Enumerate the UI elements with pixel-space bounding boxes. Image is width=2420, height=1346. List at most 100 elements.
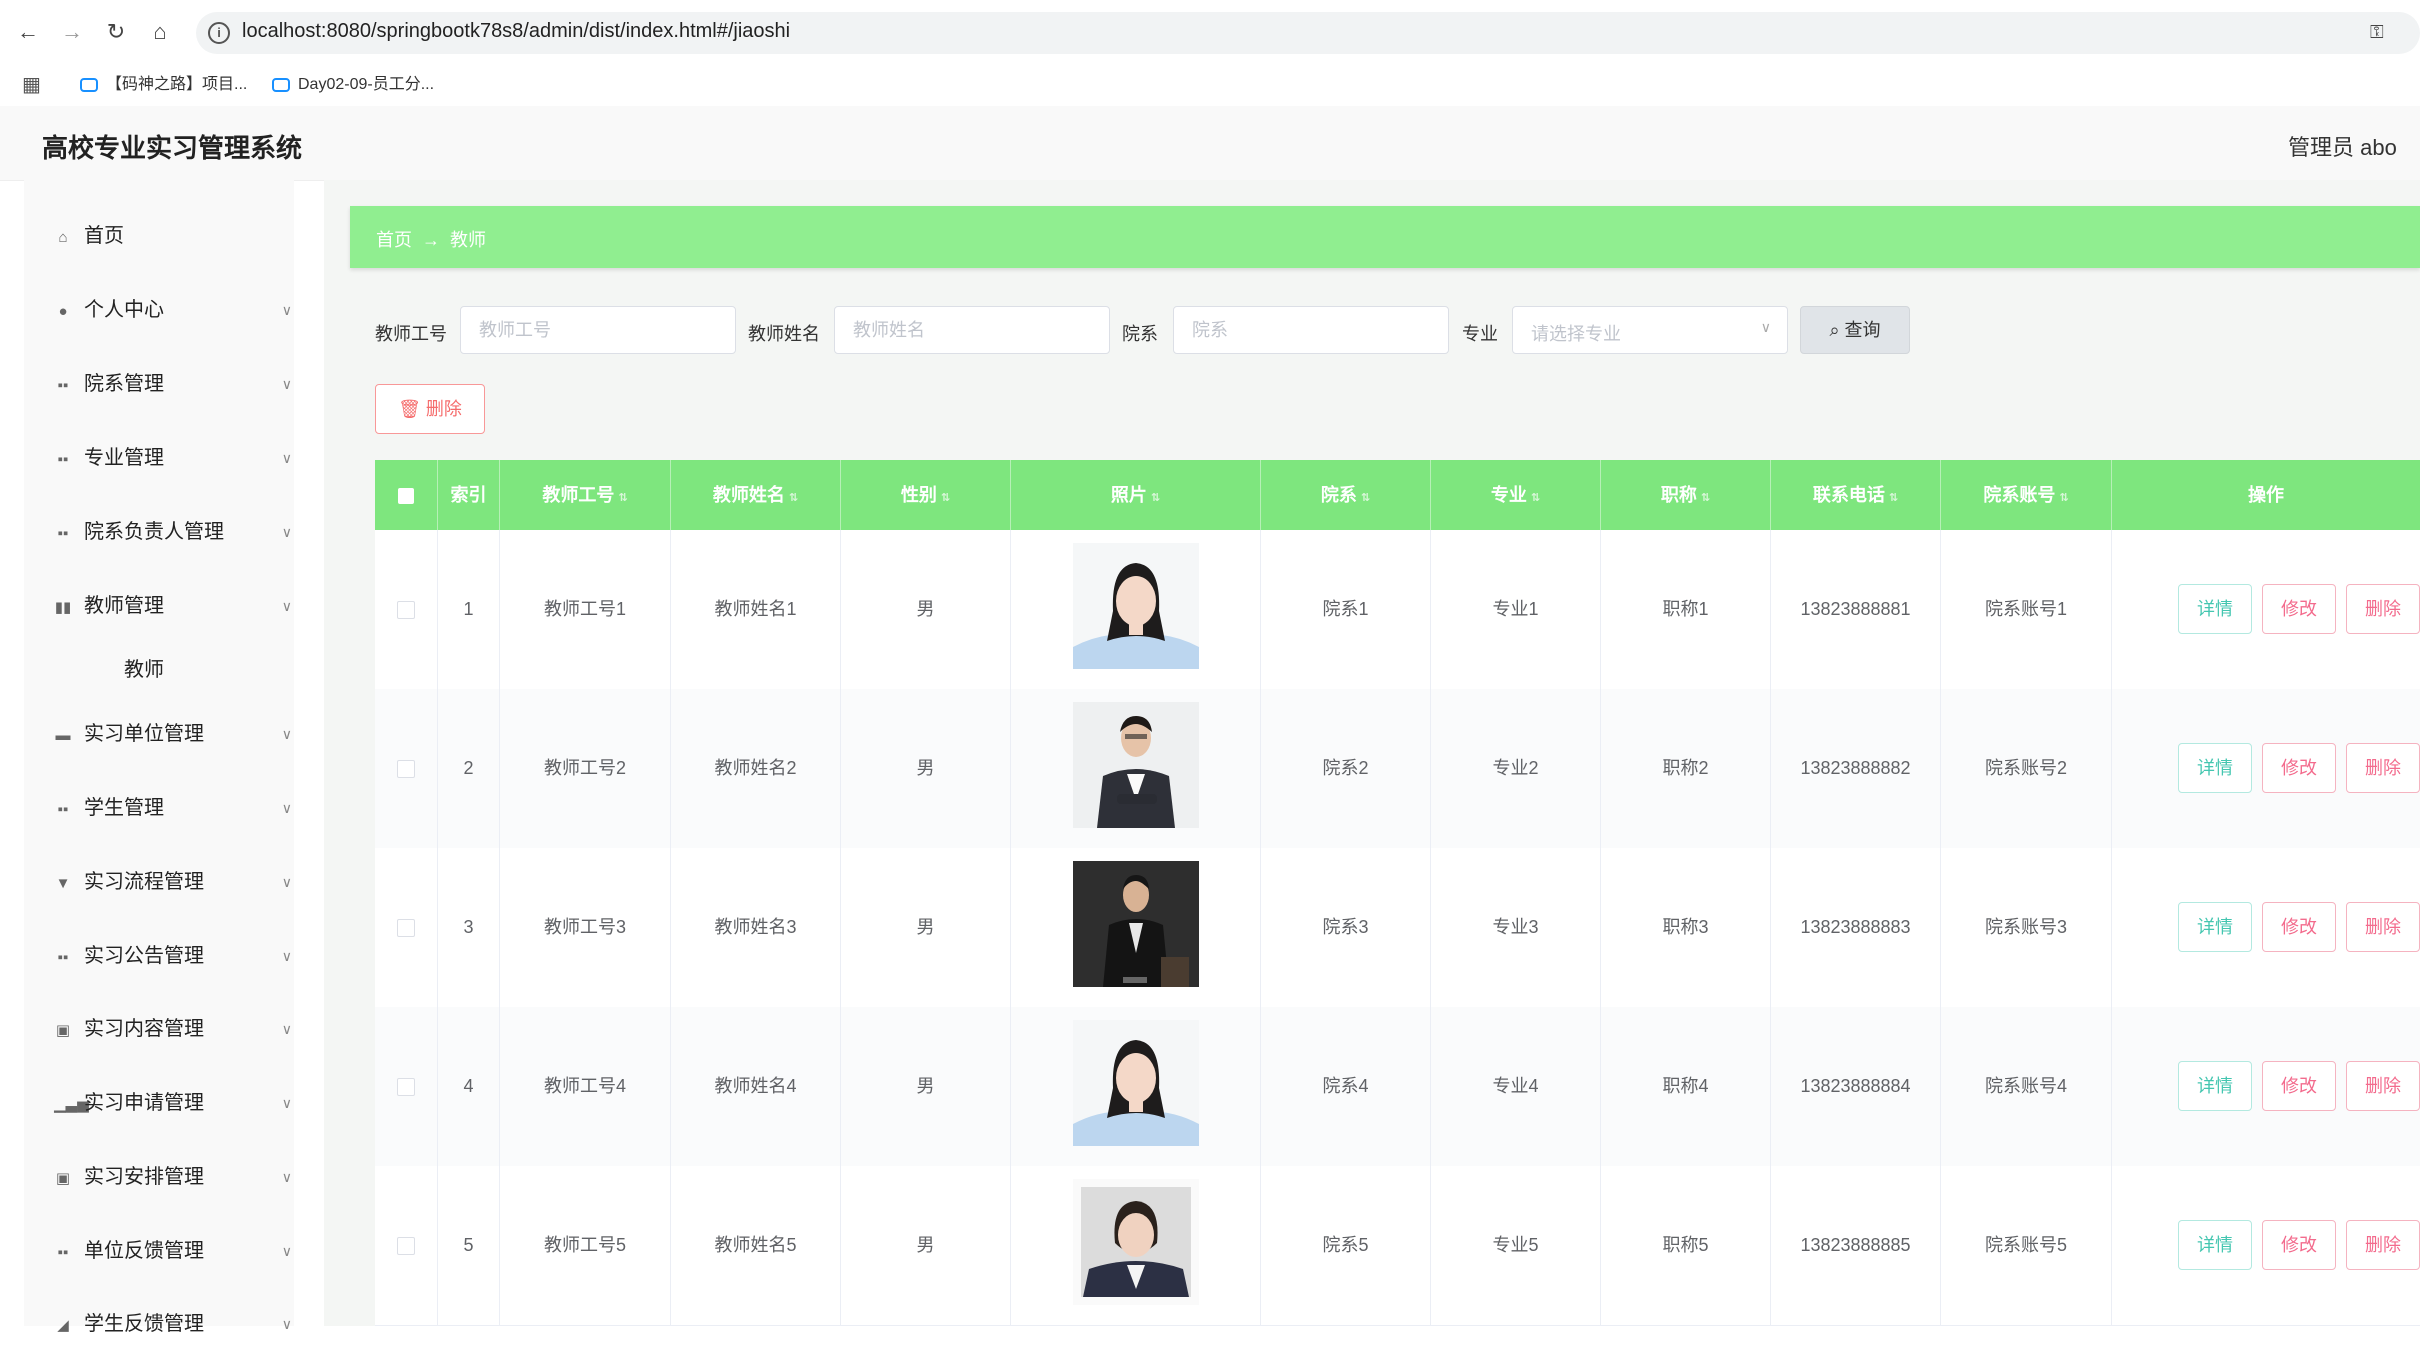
col-teacher-name[interactable]: 教师姓名 ⇅ — [671, 460, 841, 530]
site-info-icon[interactable]: i — [208, 22, 230, 44]
col-major[interactable]: 专业 ⇅ — [1431, 460, 1601, 530]
sidebar-item-student[interactable]: ▪▪ 学生管理 ∨ — [54, 788, 294, 828]
sidebar-item-profile[interactable]: ● 个人中心 ∨ — [54, 290, 294, 330]
sidebar-item-company[interactable]: ▬ 实习单位管理 ∨ — [54, 714, 294, 754]
delete-button[interactable]: 删除 — [2346, 902, 2420, 952]
chevron-down-icon: ∨ — [281, 726, 292, 742]
row-checkbox[interactable] — [375, 1166, 438, 1325]
sidebar-item-home[interactable]: ⌂ 首页 — [54, 216, 294, 256]
url-text[interactable]: localhost:8080/springbootk78s8/admin/dis… — [242, 20, 790, 43]
bookmark-item[interactable]: Day02-09-员工分... — [272, 70, 434, 100]
teacher-name-input[interactable] — [834, 306, 1110, 354]
sidebar-item-major[interactable]: ▪▪ 专业管理 ∨ — [54, 438, 294, 478]
detail-button[interactable]: 详情 — [2178, 584, 2252, 634]
grid-icon: ▪▪ — [57, 1244, 69, 1261]
edit-button[interactable]: 修改 — [2262, 743, 2336, 793]
teacher-photo[interactable] — [1073, 1020, 1199, 1146]
teacher-photo[interactable] — [1073, 1179, 1199, 1305]
col-phone[interactable]: 联系电话 ⇅ — [1771, 460, 1941, 530]
user-label[interactable]: 管理员 abo — [2288, 130, 2397, 162]
edit-button[interactable]: 修改 — [2262, 902, 2336, 952]
key-icon[interactable]: ⚿ — [2370, 22, 2384, 43]
forward-icon[interactable]: → — [56, 16, 88, 48]
reload-icon[interactable]: ↻ — [100, 16, 132, 48]
col-gender[interactable]: 性别 ⇅ — [841, 460, 1011, 530]
cell-title: 职称5 — [1601, 1166, 1771, 1325]
detail-button[interactable]: 详情 — [2178, 743, 2252, 793]
cell-teacher-no: 教师工号4 — [500, 1007, 671, 1166]
cell-dept: 院系1 — [1261, 530, 1431, 689]
row-checkbox[interactable] — [375, 689, 438, 848]
cell-gender: 男 — [841, 1166, 1011, 1325]
row-checkbox[interactable] — [375, 848, 438, 1007]
row-checkbox[interactable] — [375, 530, 438, 689]
row-checkbox[interactable] — [375, 1007, 438, 1166]
major-select-placeholder: 请选择专业 — [1531, 324, 1621, 344]
chevron-down-icon: ∨ — [281, 1021, 292, 1037]
col-title[interactable]: 职称 ⇅ — [1601, 460, 1771, 530]
batch-delete-button[interactable]: 🗑 删除 — [375, 384, 485, 434]
home-icon: ⌂ — [58, 229, 68, 246]
sidebar-item-notice[interactable]: ▪▪ 实习公告管理 ∨ — [54, 936, 294, 976]
teacher-photo[interactable] — [1073, 702, 1199, 828]
cell-phone: 13823888881 — [1771, 530, 1941, 689]
detail-button[interactable]: 详情 — [2178, 1220, 2252, 1270]
sort-icon: ⇅ — [1150, 492, 1161, 504]
grid-icon: ▪▪ — [57, 451, 69, 468]
teacher-photo[interactable] — [1073, 543, 1199, 669]
delete-button[interactable]: 删除 — [2346, 1220, 2420, 1270]
cell-account: 院系账号2 — [1941, 689, 2112, 848]
delete-button[interactable]: 删除 — [2346, 743, 2420, 793]
dept-input[interactable] — [1173, 306, 1449, 354]
cell-teacher-name: 教师姓名5 — [671, 1166, 841, 1325]
sidebar-item-dept-head[interactable]: ▪▪ 院系负责人管理 ∨ — [54, 512, 294, 552]
teacher-no-input[interactable] — [460, 306, 736, 354]
sidebar-item-content[interactable]: ▣ 实习内容管理 ∨ — [54, 1009, 294, 1049]
breadcrumb: 首页 → 教师 — [376, 226, 486, 252]
edit-button[interactable]: 修改 — [2262, 584, 2336, 634]
sidebar-item-student-feedback[interactable]: ◢ 学生反馈管理 ∨ — [54, 1304, 294, 1344]
cell-index: 4 — [438, 1007, 500, 1166]
breadcrumb-home[interactable]: 首页 — [376, 230, 412, 250]
edit-button[interactable]: 修改 — [2262, 1220, 2336, 1270]
sidebar-item-arrangement[interactable]: ▣ 实习安排管理 ∨ — [54, 1157, 294, 1197]
col-teacher-no[interactable]: 教师工号 ⇅ — [500, 460, 671, 530]
sidebar-item-teacher[interactable]: ▮▮ 教师管理 ∨ — [54, 586, 294, 626]
detail-button[interactable]: 详情 — [2178, 902, 2252, 952]
cell-gender: 男 — [841, 530, 1011, 689]
sidebar-subitem-teacher[interactable]: 教师 — [124, 650, 164, 690]
teacher-photo[interactable] — [1073, 861, 1199, 987]
edit-button[interactable]: 修改 — [2262, 1061, 2336, 1111]
breadcrumb-current: 教师 — [450, 230, 486, 250]
col-dept[interactable]: 院系 ⇅ — [1261, 460, 1431, 530]
delete-button[interactable]: 删除 — [2346, 1061, 2420, 1111]
major-label: 专业 — [1462, 324, 1498, 344]
ticket-icon: ▬ — [55, 727, 71, 744]
back-icon[interactable]: ← — [12, 16, 44, 48]
apps-grid-icon[interactable]: ▦ — [22, 72, 41, 97]
grid-icon: ▪▪ — [57, 525, 69, 542]
cell-gender: 男 — [841, 1007, 1011, 1166]
cell-title: 职称3 — [1601, 848, 1771, 1007]
col-photo[interactable]: 照片 ⇅ — [1011, 460, 1261, 530]
col-account[interactable]: 院系账号 ⇅ — [1941, 460, 2112, 530]
sidebar-item-dept[interactable]: ▪▪ 院系管理 ∨ — [54, 364, 294, 404]
cell-dept: 院系3 — [1261, 848, 1431, 1007]
cell-teacher-no: 教师工号1 — [500, 530, 671, 689]
breadcrumb-bar — [350, 206, 2420, 268]
bookmark-item[interactable]: 【码神之路】项目... — [80, 70, 247, 100]
major-select[interactable]: 请选择专业 ∨ — [1512, 306, 1788, 354]
detail-button[interactable]: 详情 — [2178, 1061, 2252, 1111]
delete-button[interactable]: 删除 — [2346, 584, 2420, 634]
query-button[interactable]: ⌕ 查询 — [1800, 306, 1910, 354]
cell-account: 院系账号5 — [1941, 1166, 2112, 1325]
sidebar-item-application[interactable]: ▁▃▅实习申请管理 ∨ — [54, 1083, 294, 1123]
col-actions: 操作 — [2248, 485, 2284, 505]
cell-actions: 详情 修改 删除 — [2112, 1166, 2420, 1325]
sidebar-item-company-feedback[interactable]: ▪▪ 单位反馈管理 ∨ — [54, 1231, 294, 1271]
select-all-checkbox[interactable] — [375, 460, 438, 530]
chevron-down-icon: ∨ — [281, 1169, 292, 1185]
col-index: 索引 — [438, 460, 500, 530]
sidebar-item-process[interactable]: ▼ 实习流程管理 ∨ — [54, 862, 294, 902]
home-browser-icon[interactable]: ⌂ — [144, 16, 176, 48]
